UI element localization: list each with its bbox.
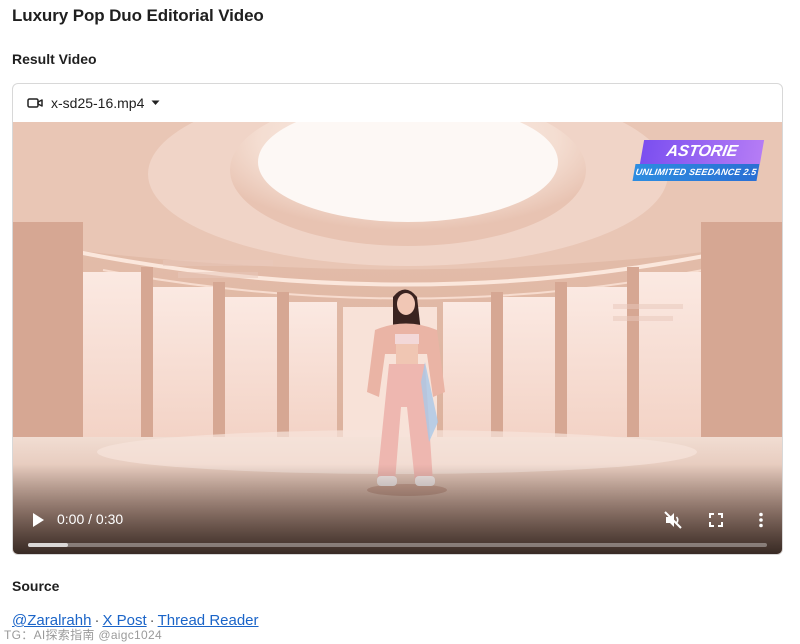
video-controls: 0:00 / 0:30: [13, 494, 782, 554]
video-camera-icon: [27, 97, 43, 109]
volume-muted-icon[interactable]: [663, 510, 683, 530]
watermark-text: TG：AI探索指南 @aigc1024: [4, 628, 162, 642]
time-separator: /: [84, 511, 96, 527]
time-display: 0:00 / 0:30: [57, 511, 123, 527]
play-icon[interactable]: [31, 512, 45, 528]
result-video-heading: Result Video: [12, 51, 97, 67]
duration: 0:30: [95, 511, 124, 527]
brand-title: ASTORIE: [639, 140, 765, 164]
brand-subtitle: UNLIMITED SEEDANCE 2.5: [632, 164, 760, 181]
brand-overlay: ASTORIE UNLIMITED SEEDANCE 2.5: [632, 140, 765, 182]
source-heading: Source: [12, 578, 60, 594]
file-selector[interactable]: x-sd25-16.mp4: [13, 84, 782, 122]
progress-buffered: [28, 543, 68, 547]
result-video-card: x-sd25-16.mp4 ASTORIE UNLIMITED SEEDANCE…: [12, 83, 783, 555]
video-player[interactable]: ASTORIE UNLIMITED SEEDANCE 2.5 0:00 / 0:…: [13, 122, 782, 554]
file-name: x-sd25-16.mp4: [51, 95, 145, 111]
more-vertical-icon[interactable]: [751, 510, 771, 530]
progress-bar[interactable]: [28, 543, 767, 547]
thread-reader-link[interactable]: Thread Reader: [158, 612, 259, 629]
page-title: Luxury Pop Duo Editorial Video: [12, 6, 264, 25]
fullscreen-icon[interactable]: [706, 510, 726, 530]
current-time: 0:00: [57, 511, 85, 527]
caret-down-icon: [151, 100, 160, 106]
